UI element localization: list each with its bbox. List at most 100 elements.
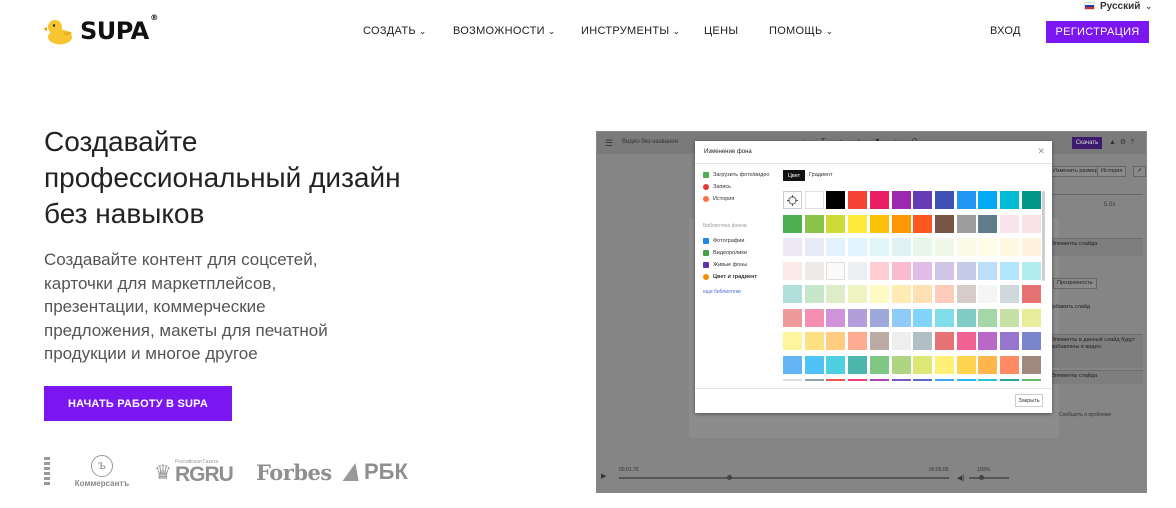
color-swatch[interactable] <box>1021 191 1041 209</box>
color-swatch[interactable] <box>804 355 824 374</box>
transparency-button[interactable]: Прозрачность <box>1053 278 1097 289</box>
color-swatch[interactable] <box>891 379 911 381</box>
nav-features[interactable]: ВОЗМОЖНОСТИ ⌄ <box>453 25 556 37</box>
color-swatch[interactable] <box>783 261 802 280</box>
color-swatch[interactable] <box>848 238 868 256</box>
color-swatch[interactable] <box>978 285 998 303</box>
color-swatch[interactable] <box>934 308 954 327</box>
color-swatch[interactable] <box>913 261 933 280</box>
history-item[interactable]: История <box>703 196 734 202</box>
color-swatch[interactable] <box>804 214 824 233</box>
color-swatch[interactable] <box>956 261 976 280</box>
color-swatch[interactable] <box>1000 238 1019 256</box>
download-button[interactable]: Скачать <box>1072 137 1102 149</box>
color-swatch[interactable] <box>804 379 824 381</box>
color-swatch[interactable] <box>783 355 802 374</box>
color-swatch[interactable] <box>804 332 824 350</box>
play-icon[interactable]: ▶ <box>601 472 606 480</box>
color-swatch[interactable] <box>978 191 998 209</box>
upload-media-item[interactable]: Загрузить фото/видео <box>703 172 769 178</box>
color-swatch[interactable] <box>891 285 911 303</box>
color-swatch[interactable] <box>869 355 889 374</box>
language-selector[interactable]: Русский ⌄ <box>1084 0 1152 12</box>
color-swatch[interactable] <box>783 214 802 233</box>
color-swatch[interactable] <box>1021 355 1041 374</box>
color-swatch[interactable] <box>826 285 846 303</box>
color-swatch[interactable] <box>913 285 933 303</box>
color-swatch[interactable] <box>869 238 889 256</box>
menu-icon[interactable]: ☰ <box>605 138 613 149</box>
color-swatch[interactable] <box>826 332 846 350</box>
nav-prices[interactable]: ЦЕНЫ <box>704 25 738 37</box>
color-swatch[interactable] <box>913 214 933 233</box>
color-swatch[interactable] <box>978 355 998 374</box>
color-swatch[interactable] <box>956 379 976 381</box>
library-color-gradient[interactable]: Цвет и градиент <box>703 274 757 280</box>
color-swatch[interactable] <box>826 308 846 327</box>
color-swatch[interactable] <box>913 308 933 327</box>
color-swatch[interactable] <box>804 238 824 256</box>
add-slide-button[interactable]: Добавить слайд <box>1049 304 1090 310</box>
color-swatch[interactable] <box>848 214 868 233</box>
close-button[interactable]: Закрыть <box>1015 394 1043 407</box>
color-swatch[interactable] <box>913 332 933 350</box>
color-swatch[interactable] <box>826 238 846 256</box>
color-swatch[interactable] <box>934 261 954 280</box>
color-swatch[interactable] <box>869 261 889 280</box>
color-swatch[interactable] <box>1021 285 1041 303</box>
nav-create[interactable]: СОЗДАТЬ ⌄ <box>363 25 427 37</box>
nav-help[interactable]: ПОМОЩЬ ⌄ <box>769 25 833 37</box>
start-button[interactable]: НАЧАТЬ РАБОТУ В SUPA <box>44 386 232 421</box>
tab-color[interactable]: Цвет <box>783 170 805 181</box>
color-swatch[interactable] <box>891 332 911 350</box>
color-swatch[interactable] <box>891 308 911 327</box>
color-swatch[interactable] <box>1021 261 1041 280</box>
color-swatch[interactable] <box>804 285 824 303</box>
color-swatch[interactable] <box>978 308 998 327</box>
color-swatch[interactable] <box>891 191 911 209</box>
color-swatch[interactable] <box>978 332 998 350</box>
color-swatch[interactable] <box>934 214 954 233</box>
color-swatch[interactable] <box>783 285 802 303</box>
color-swatch[interactable] <box>934 238 954 256</box>
color-swatch[interactable] <box>956 238 976 256</box>
more-libraries-link[interactable]: еще библиотеки <box>703 289 741 295</box>
color-swatch[interactable] <box>913 238 933 256</box>
color-swatch[interactable] <box>1000 214 1019 233</box>
color-swatch[interactable] <box>978 261 998 280</box>
color-swatch[interactable] <box>1000 355 1019 374</box>
report-problem-link[interactable]: Сообщить о проблеме <box>1059 412 1111 418</box>
color-swatch[interactable] <box>826 261 846 280</box>
color-swatch[interactable] <box>848 285 868 303</box>
color-swatch[interactable] <box>1000 261 1019 280</box>
volume-handle[interactable] <box>979 475 984 480</box>
color-swatch[interactable] <box>934 332 954 350</box>
color-picker-icon[interactable] <box>783 191 802 209</box>
color-swatch[interactable] <box>1021 332 1041 350</box>
color-swatch[interactable] <box>913 379 933 381</box>
color-swatch[interactable] <box>783 332 802 350</box>
color-swatch[interactable] <box>848 308 868 327</box>
color-swatch[interactable] <box>1021 214 1041 233</box>
color-swatch[interactable] <box>891 214 911 233</box>
color-swatch[interactable] <box>891 355 911 374</box>
color-swatch[interactable] <box>804 191 824 209</box>
library-live-backgrounds[interactable]: Живые фоны <box>703 262 747 268</box>
color-swatch[interactable] <box>934 355 954 374</box>
color-swatch[interactable] <box>934 285 954 303</box>
color-swatch[interactable] <box>869 332 889 350</box>
color-swatch[interactable] <box>956 332 976 350</box>
color-swatch[interactable] <box>1021 238 1041 256</box>
color-swatch[interactable] <box>1000 191 1019 209</box>
color-swatch[interactable] <box>891 238 911 256</box>
volume-slider[interactable] <box>969 477 1009 479</box>
color-swatch[interactable] <box>869 308 889 327</box>
color-swatch[interactable] <box>956 214 976 233</box>
color-swatch[interactable] <box>1021 379 1041 381</box>
color-swatch[interactable] <box>978 214 998 233</box>
color-swatch[interactable] <box>869 214 889 233</box>
timeline-handle[interactable] <box>727 475 732 480</box>
close-icon[interactable]: ✕ <box>1037 146 1045 157</box>
color-swatch[interactable] <box>848 332 868 350</box>
volume-icon[interactable]: ◀) <box>957 474 965 482</box>
